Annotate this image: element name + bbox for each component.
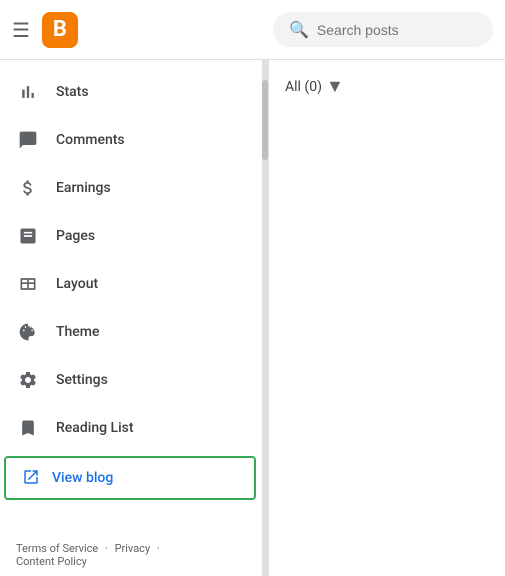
filter-row: All (0) ▼ (285, 76, 489, 97)
sidebar-item-comments-label: Comments (56, 132, 125, 148)
search-icon: 🔍 (289, 20, 309, 39)
separator-1: · (105, 542, 108, 555)
sidebar-item-earnings-label: Earnings (56, 180, 111, 196)
sidebar-item-pages[interactable]: Pages (0, 212, 256, 260)
search-bar: 🔍 (273, 12, 493, 47)
external-link-icon (22, 468, 42, 488)
sidebar-item-settings[interactable]: Settings (0, 356, 256, 404)
sidebar-item-reading-list-label: Reading List (56, 420, 134, 436)
search-input[interactable] (317, 22, 477, 38)
sidebar-item-earnings[interactable]: Earnings (0, 164, 256, 212)
sidebar-item-stats-label: Stats (56, 84, 89, 100)
comments-icon (16, 128, 40, 152)
sidebar-item-theme[interactable]: Theme (0, 308, 256, 356)
sidebar-item-layout-label: Layout (56, 276, 98, 292)
earnings-icon (16, 176, 40, 200)
separator-2: · (157, 542, 160, 555)
sidebar-item-theme-label: Theme (56, 324, 100, 340)
footer-links: Terms of Service · Privacy · Content Pol… (0, 534, 268, 576)
blogger-logo[interactable]: B (42, 12, 78, 48)
sidebar-item-reading-list[interactable]: Reading List (0, 404, 256, 452)
pages-icon (16, 224, 40, 248)
view-blog-button[interactable]: View blog (4, 456, 256, 500)
sidebar-item-stats[interactable]: Stats (0, 68, 256, 116)
layout-icon (16, 272, 40, 296)
header: ☰ B 🔍 (0, 0, 505, 60)
settings-icon (16, 368, 40, 392)
filter-label: All (0) (285, 79, 322, 95)
theme-icon (16, 320, 40, 344)
sidebar-item-layout[interactable]: Layout (0, 260, 256, 308)
content-policy-link[interactable]: Content Policy (16, 555, 87, 568)
sidebar-item-pages-label: Pages (56, 228, 95, 244)
privacy-link[interactable]: Privacy (115, 542, 151, 555)
sidebar-item-settings-label: Settings (56, 372, 108, 388)
sidebar: Stats Comments Earnings (0, 60, 268, 576)
hamburger-icon[interactable]: ☰ (12, 18, 30, 42)
view-blog-label: View blog (52, 470, 113, 486)
reading-list-icon (16, 416, 40, 440)
main-layout: Stats Comments Earnings (0, 60, 505, 576)
sidebar-item-comments[interactable]: Comments (0, 116, 256, 164)
content-area: All (0) ▼ (268, 60, 505, 576)
stats-icon (16, 80, 40, 104)
terms-link[interactable]: Terms of Service (16, 542, 98, 555)
dropdown-icon[interactable]: ▼ (326, 76, 344, 97)
